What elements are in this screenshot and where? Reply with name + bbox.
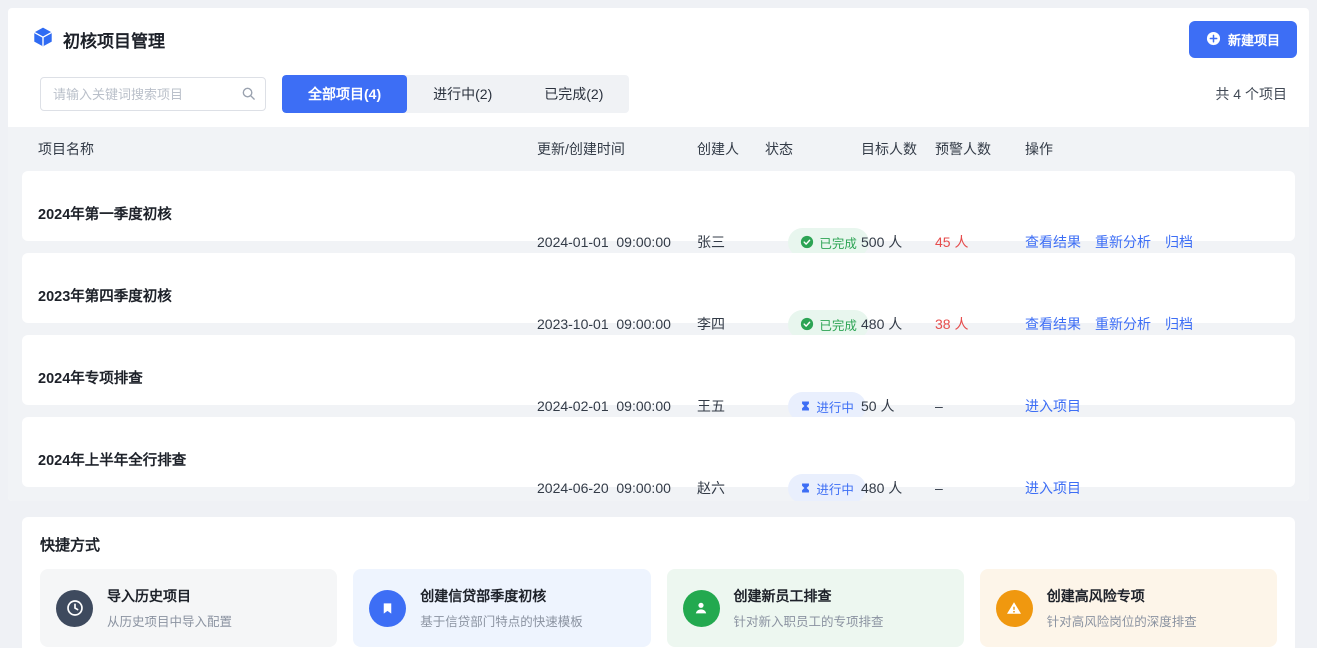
filter-tabs: 全部项目(4)进行中(2)已完成(2) bbox=[282, 75, 629, 113]
shortcut-card[interactable]: 创建新员工排查 针对新入职员工的专项排查 bbox=[667, 569, 964, 647]
table-row: 2024年第一季度初核 针对第一季度员工异常行为的初步核查 2024-01-01… bbox=[22, 171, 1295, 241]
filter-tab-1[interactable]: 进行中(2) bbox=[407, 75, 518, 113]
action-link[interactable]: 查看结果 bbox=[1025, 314, 1081, 334]
shortcut-cards: 导入历史项目 从历史项目中导入配置 创建信贷部季度初核 基于信贷部门特点的快速模… bbox=[40, 569, 1277, 647]
row-actions: 进入项目 bbox=[1025, 478, 1295, 498]
shortcut-description: 针对新入职员工的专项排查 bbox=[734, 611, 884, 630]
action-link[interactable]: 重新分析 bbox=[1095, 314, 1151, 334]
page: 初核项目管理 新建项目 全部项目(4)进行中(2)已完成(2) 共 4 个项目 … bbox=[0, 0, 1317, 648]
warning-count: – bbox=[935, 480, 1025, 496]
toolbar: 全部项目(4)进行中(2)已完成(2) 共 4 个项目 bbox=[8, 71, 1309, 127]
user-icon bbox=[683, 590, 720, 627]
status-badge: 进行中 bbox=[788, 474, 866, 502]
search-input[interactable] bbox=[40, 77, 266, 111]
check-circle-icon bbox=[800, 235, 814, 249]
col-creator: 创建人 bbox=[697, 139, 765, 159]
package-icon bbox=[32, 26, 54, 53]
clock-icon bbox=[56, 590, 93, 627]
action-link[interactable]: 进入项目 bbox=[1025, 478, 1081, 498]
row-actions: 查看结果重新分析归档 bbox=[1025, 232, 1295, 252]
project-count: 共 4 个项目 bbox=[1215, 84, 1287, 104]
shortcut-card[interactable]: 创建信贷部季度初核 基于信贷部门特点的快速模板 bbox=[353, 569, 650, 647]
shortcut-title: 创建高风险专项 bbox=[1047, 586, 1197, 606]
project-table: 项目名称 更新/创建时间 创建人 状态 目标人数 预警人数 操作 2024年第一… bbox=[8, 127, 1309, 501]
action-link[interactable]: 进入项目 bbox=[1025, 396, 1081, 416]
col-time: 更新/创建时间 bbox=[537, 139, 697, 159]
action-link[interactable]: 重新分析 bbox=[1095, 232, 1151, 252]
shortcut-title: 创建信贷部季度初核 bbox=[420, 586, 583, 606]
project-time: 2024-06-20 09:00:00 bbox=[537, 480, 697, 496]
target-count: 480 人 bbox=[861, 478, 935, 498]
project-creator: 赵六 bbox=[697, 478, 765, 498]
col-status: 状态 bbox=[765, 139, 861, 159]
target-count: 480 人 bbox=[861, 314, 935, 334]
action-link[interactable]: 归档 bbox=[1165, 314, 1193, 334]
shortcut-description: 针对高风险岗位的深度排查 bbox=[1047, 611, 1197, 630]
hourglass-icon bbox=[800, 400, 811, 412]
new-project-label: 新建项目 bbox=[1228, 30, 1280, 49]
check-circle-icon bbox=[800, 317, 814, 331]
table-row: 2024年上半年全行排查 全行范围员工异常行为排查 2024-06-20 09:… bbox=[22, 417, 1295, 487]
col-target: 目标人数 bbox=[861, 139, 935, 159]
table-body: 2024年第一季度初核 针对第一季度员工异常行为的初步核查 2024-01-01… bbox=[22, 171, 1295, 487]
table-row: 2024年专项排查 针对特定岗位员工的专项排查 2024-02-01 09:00… bbox=[22, 335, 1295, 405]
project-time: 2024-02-01 09:00:00 bbox=[537, 398, 697, 414]
warning-count: 38 人 bbox=[935, 314, 1025, 334]
project-name: 2023年第四季度初核 bbox=[38, 285, 537, 306]
shortcut-title: 创建新员工排查 bbox=[734, 586, 884, 606]
shortcut-description: 基于信贷部门特点的快速模板 bbox=[420, 611, 583, 630]
warning-count: – bbox=[935, 398, 1025, 414]
row-actions: 查看结果重新分析归档 bbox=[1025, 314, 1295, 334]
target-count: 50 人 bbox=[861, 396, 935, 416]
col-name: 项目名称 bbox=[22, 139, 537, 159]
table-row: 2023年第四季度初核 第四季度员工异常行为核查项目 2023-10-01 09… bbox=[22, 253, 1295, 323]
plus-circle-icon bbox=[1206, 31, 1221, 49]
shortcut-title: 导入历史项目 bbox=[107, 586, 232, 606]
filter-tab-0[interactable]: 全部项目(4) bbox=[282, 75, 407, 113]
target-count: 500 人 bbox=[861, 232, 935, 252]
project-creator: 王五 bbox=[697, 396, 765, 416]
shortcut-card[interactable]: 导入历史项目 从历史项目中导入配置 bbox=[40, 569, 337, 647]
project-creator: 张三 bbox=[697, 232, 765, 252]
shortcuts-title: 快捷方式 bbox=[40, 534, 1277, 555]
project-time: 2024-01-01 09:00:00 bbox=[537, 234, 697, 250]
warning-icon bbox=[996, 590, 1033, 627]
shortcut-card[interactable]: 创建高风险专项 针对高风险岗位的深度排查 bbox=[980, 569, 1277, 647]
panel-header: 初核项目管理 新建项目 bbox=[8, 8, 1309, 71]
shortcut-description: 从历史项目中导入配置 bbox=[107, 611, 232, 630]
search-icon[interactable] bbox=[241, 86, 256, 106]
table-header: 项目名称 更新/创建时间 创建人 状态 目标人数 预警人数 操作 bbox=[22, 127, 1295, 171]
shortcuts-panel: 快捷方式 导入历史项目 从历史项目中导入配置 创建信贷部季度初核 基于信贷部门特… bbox=[22, 517, 1295, 648]
filter-tab-2[interactable]: 已完成(2) bbox=[518, 75, 629, 113]
project-name: 2024年上半年全行排查 bbox=[38, 449, 537, 470]
hourglass-icon bbox=[800, 482, 811, 494]
project-name: 2024年第一季度初核 bbox=[38, 203, 537, 224]
row-actions: 进入项目 bbox=[1025, 396, 1295, 416]
warning-count: 45 人 bbox=[935, 232, 1025, 252]
col-actions: 操作 bbox=[1025, 139, 1295, 159]
col-warning: 预警人数 bbox=[935, 139, 1025, 159]
search-box bbox=[40, 77, 266, 111]
project-name: 2024年专项排查 bbox=[38, 367, 537, 388]
action-link[interactable]: 归档 bbox=[1165, 232, 1193, 252]
bookmark-icon bbox=[369, 590, 406, 627]
project-creator: 李四 bbox=[697, 314, 765, 334]
new-project-button[interactable]: 新建项目 bbox=[1189, 21, 1297, 58]
page-title: 初核项目管理 bbox=[63, 27, 165, 52]
project-time: 2023-10-01 09:00:00 bbox=[537, 316, 697, 332]
action-link[interactable]: 查看结果 bbox=[1025, 232, 1081, 252]
project-management-panel: 初核项目管理 新建项目 全部项目(4)进行中(2)已完成(2) 共 4 个项目 … bbox=[8, 8, 1309, 501]
